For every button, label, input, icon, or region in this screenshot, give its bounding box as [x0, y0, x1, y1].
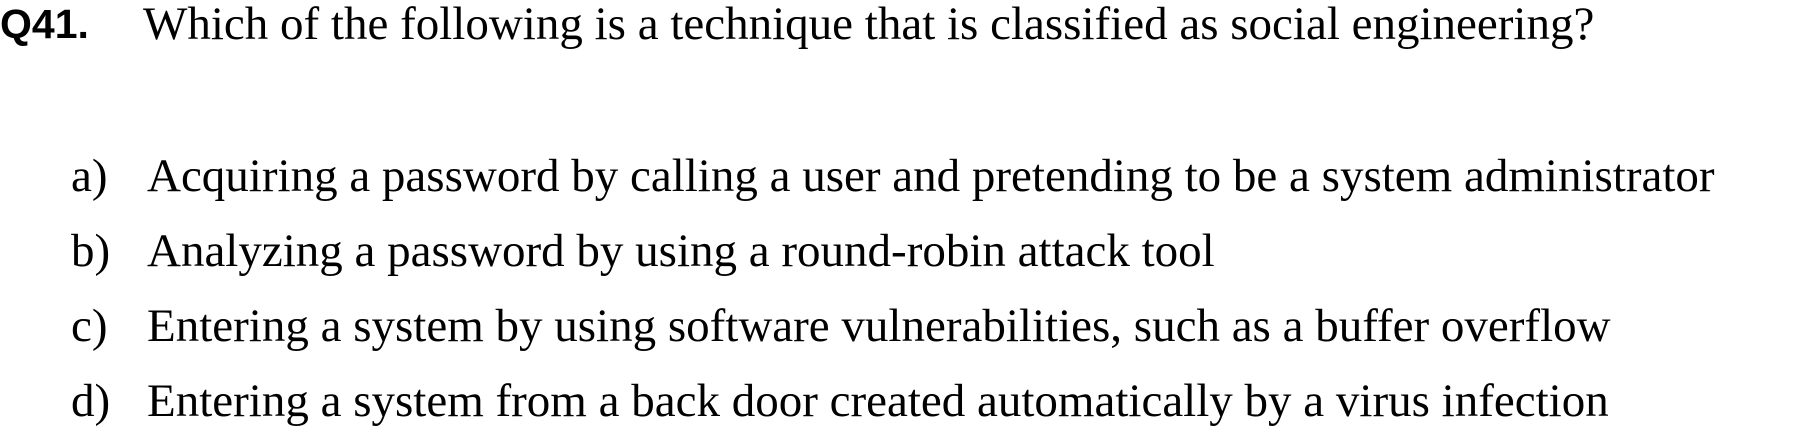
option-a: a) Acquiring a password by calling a use… [0, 148, 1815, 223]
option-text: Acquiring a password by calling a user a… [147, 150, 1715, 202]
option-c: c) Entering a system by using software v… [0, 298, 1815, 373]
option-label: b) [71, 225, 111, 277]
option-d: d) Entering a system from a back door cr… [0, 373, 1815, 448]
option-text: Analyzing a password by using a round-ro… [147, 225, 1215, 277]
question-text: Which of the following is a technique th… [143, 0, 1595, 50]
option-label: d) [71, 375, 111, 427]
option-label: c) [71, 300, 108, 352]
question-number: Q41. [0, 1, 89, 47]
option-label: a) [71, 150, 108, 202]
option-b: b) Analyzing a password by using a round… [0, 223, 1815, 298]
option-text: Entering a system from a back door creat… [147, 375, 1609, 427]
option-text: Entering a system by using software vuln… [147, 300, 1611, 352]
answer-options: a) Acquiring a password by calling a use… [0, 148, 1815, 448]
question: Q41. Which of the following is a techniq… [0, 0, 1815, 60]
